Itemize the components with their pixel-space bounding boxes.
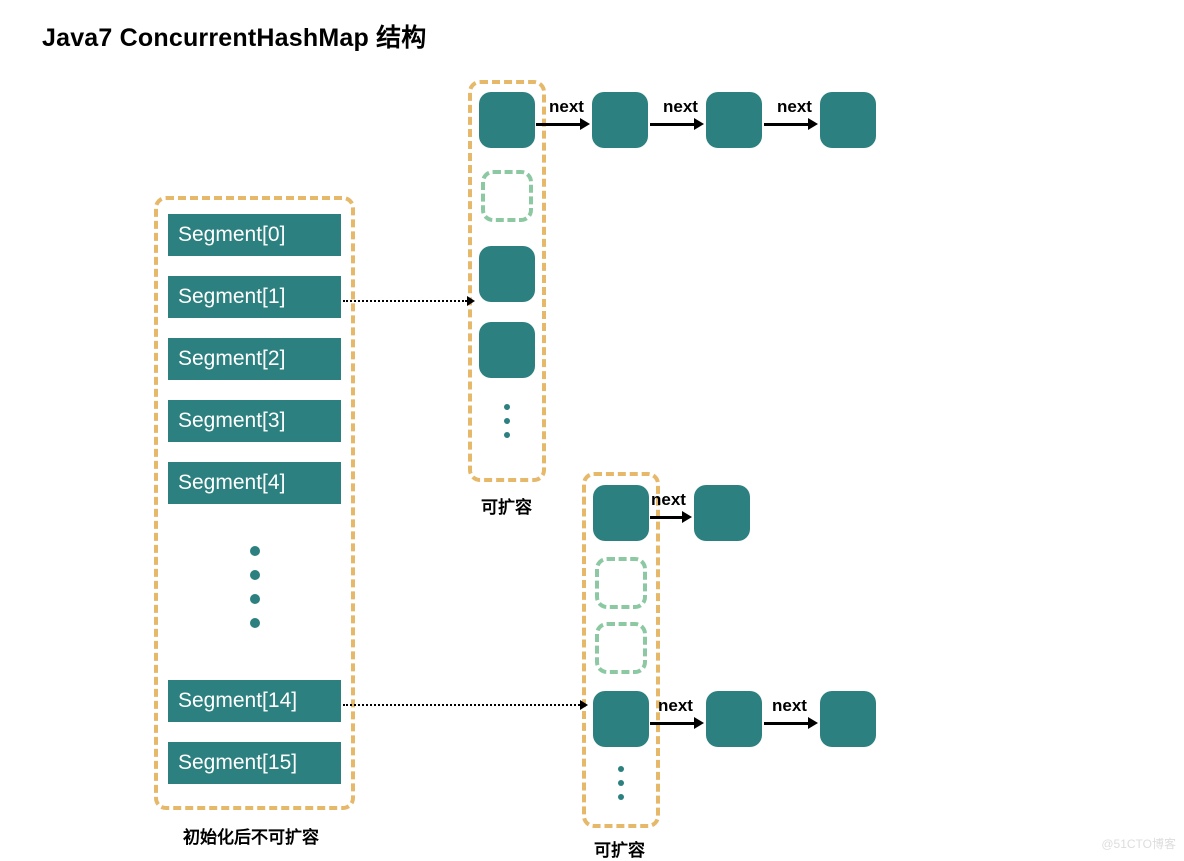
entry-node [706, 92, 762, 148]
entry-node [820, 92, 876, 148]
next-label: next [777, 97, 812, 117]
bucket-node [593, 691, 649, 747]
bucket-node [479, 246, 535, 302]
table1-caption: 可扩容 [481, 493, 532, 518]
segments-ellipsis-icon [250, 546, 260, 628]
next-label: next [663, 97, 698, 117]
next-label: next [651, 490, 686, 510]
segment-4: Segment[4] [168, 462, 341, 504]
watermark: @51CTO博客 [1101, 835, 1176, 852]
entry-node [592, 92, 648, 148]
next-label: next [658, 696, 693, 716]
buckets-ellipsis-icon [504, 404, 510, 438]
segment-15: Segment[15] [168, 742, 341, 784]
segment1-pointer [343, 296, 475, 306]
next-arrow [650, 717, 704, 729]
next-arrow [650, 118, 704, 130]
next-label: next [772, 696, 807, 716]
next-arrow [764, 118, 818, 130]
entry-node [820, 691, 876, 747]
entry-node [694, 485, 750, 541]
bucket-node [593, 485, 649, 541]
next-arrow [764, 717, 818, 729]
bucket-node [479, 92, 535, 148]
empty-slot [595, 622, 647, 674]
bucket-node [479, 322, 535, 378]
next-arrow [650, 511, 692, 523]
empty-slot [595, 557, 647, 609]
segment-2: Segment[2] [168, 338, 341, 380]
segments-caption: 初始化后不可扩容 [183, 823, 319, 848]
segment-1: Segment[1] [168, 276, 341, 318]
entry-node [706, 691, 762, 747]
empty-slot [481, 170, 533, 222]
diagram-title: Java7 ConcurrentHashMap 结构 [42, 18, 426, 54]
buckets-ellipsis-icon [618, 766, 624, 800]
next-arrow [536, 118, 590, 130]
table2-caption: 可扩容 [594, 836, 645, 861]
segment-0: Segment[0] [168, 214, 341, 256]
segment-3: Segment[3] [168, 400, 341, 442]
segment-14: Segment[14] [168, 680, 341, 722]
segment14-pointer [343, 700, 588, 710]
next-label: next [549, 97, 584, 117]
